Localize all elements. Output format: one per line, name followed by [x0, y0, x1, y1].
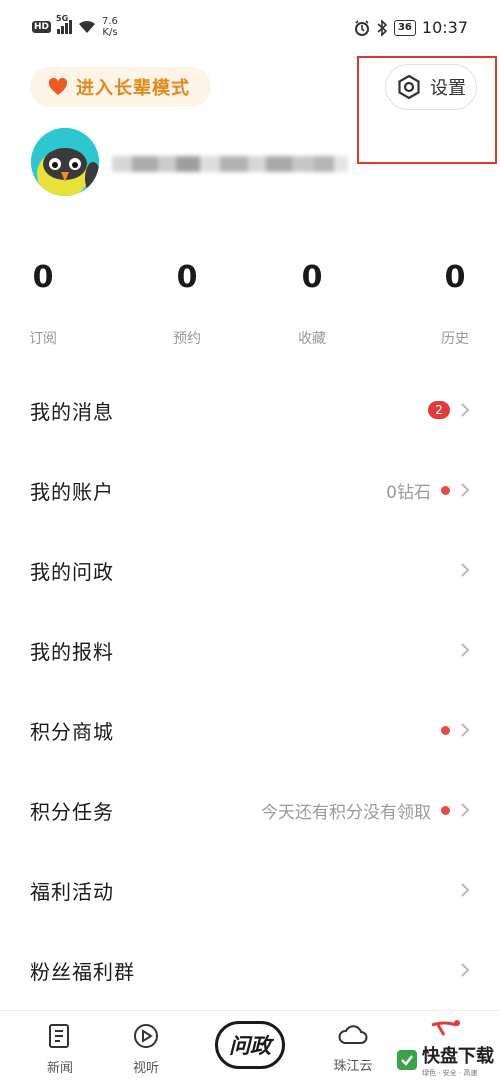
chevron-right-icon [461, 403, 470, 417]
menu-item-label: 我的账户 [30, 479, 114, 504]
bird-avatar-icon [31, 128, 99, 196]
menu-item-my-inquiries[interactable]: 我的问政 [0, 530, 500, 610]
watermark: 快盘下载 绿色 · 安全 · 高速 [396, 1042, 494, 1078]
tab-news[interactable]: 新闻 [30, 1023, 90, 1076]
menu-item-benefit-events[interactable]: 福利活动 [0, 850, 500, 930]
chevron-right-icon [461, 803, 470, 817]
stat-label: 预约 [173, 331, 201, 347]
red-dot-indicator [441, 485, 450, 495]
chevron-right-icon [461, 723, 470, 737]
watermark-subtext: 绿色 · 安全 · 高速 [422, 1069, 478, 1077]
elder-mode-label: 进入长辈模式 [76, 78, 190, 99]
red-dot-indicator [441, 725, 450, 735]
tab-cloud[interactable]: 珠江云 [323, 1023, 383, 1074]
menu-item-my-reports[interactable]: 我的报料 [0, 610, 500, 690]
stat-value: 0 [32, 260, 54, 295]
menu-item-label: 积分商城 [30, 719, 114, 744]
wifi-icon [79, 20, 96, 33]
bluetooth-icon [377, 18, 388, 37]
menu-item-label: 粉丝福利群 [30, 959, 135, 984]
stat-favorites[interactable]: 0 收藏 [267, 260, 357, 348]
stat-reservation[interactable]: 0 预约 [142, 260, 232, 348]
chevron-right-icon [461, 643, 470, 657]
heart-icon [48, 78, 68, 95]
chevron-right-icon [461, 883, 470, 897]
menu-item-points-mall[interactable]: 积分商城 [0, 690, 500, 770]
menu-item-label: 积分任务 [30, 799, 114, 824]
stat-value: 0 [444, 260, 466, 295]
stat-label: 历史 [441, 331, 469, 347]
newspaper-icon [49, 1024, 69, 1048]
stat-history[interactable]: 0 历史 [410, 260, 500, 348]
play-icon [134, 1024, 158, 1048]
username-redacted [112, 140, 348, 188]
bottom-tab-bar: 新闻 视听 问政 珠江云 快盘下载 绿色 · 安全 · 高速 [0, 1010, 500, 1084]
watermark-logo-icon [397, 1050, 417, 1070]
cloud-icon [338, 1025, 368, 1044]
stat-value: 0 [176, 260, 198, 295]
annotation-highlight-box [357, 56, 497, 164]
alarm-icon [354, 19, 369, 36]
profile-logo-icon [431, 1020, 460, 1036]
chevron-right-icon [461, 563, 470, 577]
menu-item-my-messages[interactable]: 我的消息 2 [0, 370, 500, 450]
battery-indicator: 36 [393, 19, 416, 36]
stat-subscribe[interactable]: 0 订阅 [0, 260, 88, 348]
unread-badge: 2 [428, 401, 450, 419]
menu-item-label: 我的问政 [30, 559, 114, 584]
menu-item-fan-group[interactable]: 粉丝福利群 [0, 930, 500, 1010]
menu-item-points-tasks[interactable]: 积分任务 今天还有积分没有领取 [0, 770, 500, 850]
chevron-right-icon [461, 963, 470, 977]
red-dot-indicator [441, 805, 450, 815]
stat-label: 订阅 [29, 331, 57, 347]
chevron-right-icon [461, 483, 470, 497]
watermark-text: 快盘下载 [422, 1046, 494, 1067]
menu-item-label: 我的报料 [30, 639, 114, 664]
clock: 10:37 [421, 18, 468, 37]
diamond-balance: 0钻石 [386, 482, 431, 503]
tab-profile[interactable] [415, 1019, 475, 1043]
net-speed: 7.6 K/s [102, 16, 118, 38]
stat-value: 0 [301, 260, 323, 295]
status-bar: HD 5G 7.6 K/s 36 10:37 [0, 0, 500, 58]
signal-icon: 5G [56, 14, 73, 34]
stat-label: 收藏 [298, 331, 326, 347]
tab-label: 新闻 [46, 1061, 73, 1076]
tab-video[interactable]: 视听 [116, 1023, 176, 1076]
menu-item-label: 我的消息 [30, 399, 114, 424]
menu-item-label: 福利活动 [30, 879, 114, 904]
points-unclaimed-hint: 今天还有积分没有领取 [261, 802, 431, 823]
network-type: 5G [56, 14, 69, 23]
menu-item-my-account[interactable]: 我的账户 0钻石 [0, 450, 500, 530]
tab-label: 珠江云 [333, 1059, 373, 1074]
tab-label: 视听 [132, 1061, 159, 1076]
tab-inquiry-center[interactable]: 问政 [215, 1021, 285, 1069]
elder-mode-button[interactable]: 进入长辈模式 [30, 67, 211, 107]
avatar[interactable] [31, 128, 99, 196]
hd-indicator: HD [32, 21, 52, 33]
